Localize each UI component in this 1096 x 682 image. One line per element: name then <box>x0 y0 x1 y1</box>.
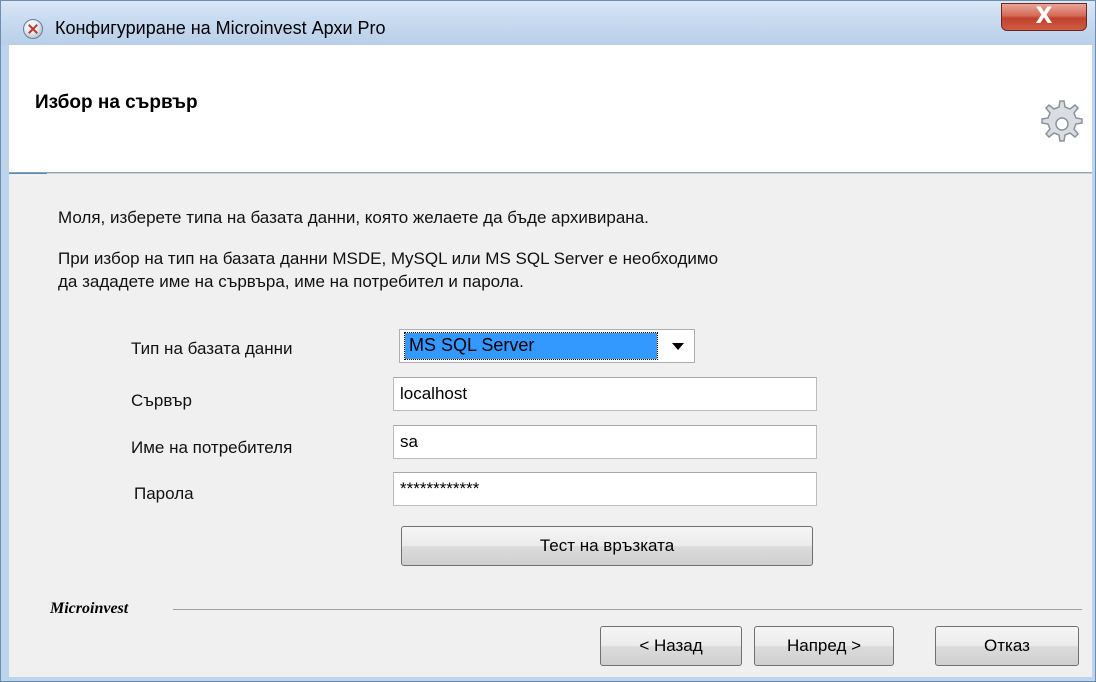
back-button[interactable]: < Назад <box>600 626 742 666</box>
db-type-select[interactable]: MS SQL Server <box>399 329 695 363</box>
wizard-header: Избор на сървър <box>9 45 1092 173</box>
username-input[interactable] <box>393 425 817 459</box>
server-label: Сървър <box>131 391 192 410</box>
db-type-selected-value: MS SQL Server <box>404 332 658 360</box>
config-wizard-window: Конфигуриране на Microinvest Архи Pro X … <box>0 0 1096 682</box>
server-input[interactable] <box>393 377 817 411</box>
brand-logo: Microinvest <box>50 600 129 617</box>
info-text-line2: да зададете име на сървъра, име на потре… <box>58 272 524 291</box>
db-type-label: Тип на базата данни <box>131 339 293 358</box>
password-label: Парола <box>134 484 194 503</box>
dropdown-caret-icon[interactable] <box>672 343 684 350</box>
footer-divider <box>173 609 1082 610</box>
window-title: Конфигуриране на Microinvest Архи Pro <box>55 18 386 38</box>
title-bar[interactable]: Конфигуриране на Microinvest Архи Pro X <box>1 1 1095 45</box>
close-icon: X <box>1035 4 1053 29</box>
user-label: Име на потребителя <box>131 438 293 457</box>
intro-text: Моля, изберете типа на базата данни, коя… <box>58 208 649 227</box>
app-icon[interactable] <box>23 19 43 39</box>
gear-icon <box>1041 100 1083 142</box>
next-button[interactable]: Напред > <box>754 626 894 666</box>
cancel-button[interactable]: Отказ <box>935 626 1079 666</box>
close-button[interactable]: X <box>1001 3 1087 31</box>
page-title: Избор на сървър <box>35 92 198 113</box>
info-text-line1: При избор на тип на базата данни MSDE, M… <box>58 249 719 268</box>
test-connection-button[interactable]: Тест на връзката <box>401 526 813 566</box>
password-input[interactable] <box>393 472 817 506</box>
